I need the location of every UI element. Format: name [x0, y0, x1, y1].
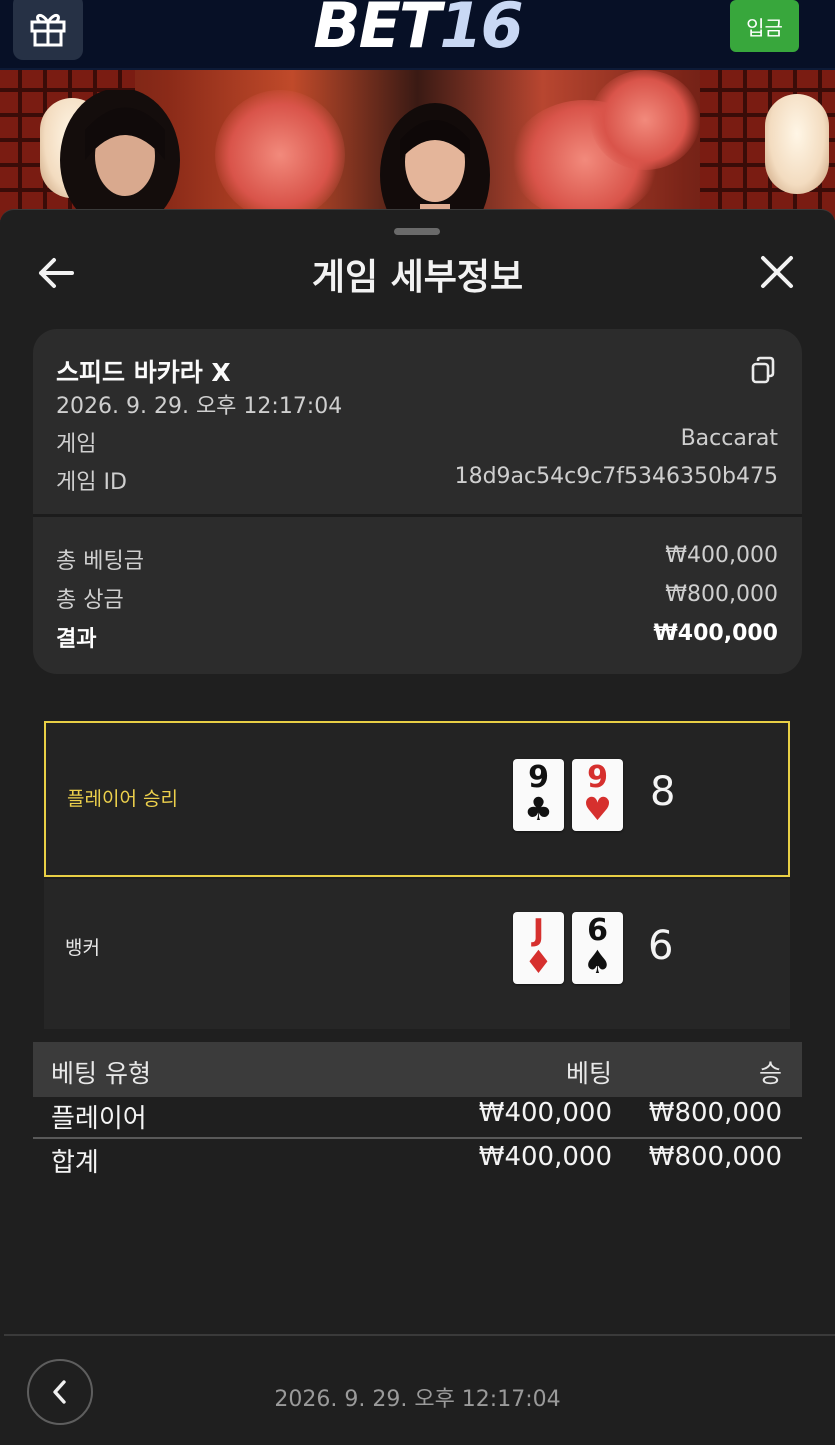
total-bet-value: ₩400,000 — [665, 543, 778, 568]
table-row-total: 합계 ₩400,000 ₩800,000 — [33, 1140, 802, 1182]
result-label: 결과 — [56, 627, 97, 652]
playing-card: 6 ♠ — [572, 912, 623, 984]
blossom-tree-right — [590, 70, 700, 170]
footer-datetime: 2026. 9. 29. 오후 12:17:04 — [274, 1387, 561, 1412]
win-amount-cell: ₩800,000 — [648, 1098, 782, 1128]
banker-hand: 뱅커 J ♦ 6 ♠ 6 — [44, 879, 790, 1029]
playing-card: 9 ♣ — [513, 759, 564, 831]
site-logo[interactable]: BET16 — [0, 0, 835, 60]
spade-icon: ♠ — [583, 943, 612, 981]
total-bet-cell: ₩400,000 — [478, 1142, 612, 1172]
lantern-right — [765, 94, 829, 194]
col-win: 승 — [758, 1059, 782, 1088]
game-id-value: 18d9ac54c9c7f5346350b475 — [454, 464, 778, 489]
bet-table-header: 베팅 유형 베팅 승 — [33, 1042, 802, 1097]
footer-divider — [4, 1334, 835, 1336]
banker-label: 뱅커 — [65, 937, 100, 959]
dealer-left — [60, 90, 180, 220]
live-video-feed[interactable] — [0, 70, 835, 220]
game-info-card: 스피드 바카라 X 2026. 9. 29. 오후 12:17:04 게임 Ba… — [33, 329, 802, 674]
bet-type-cell: 플레이어 — [51, 1104, 147, 1134]
player-hand: 플레이어 승리 9 ♣ 9 ♥ 8 — [44, 721, 790, 877]
total-win-value: ₩800,000 — [665, 582, 778, 607]
game-type-label: 게임 — [56, 432, 97, 457]
copy-icon[interactable] — [750, 355, 776, 385]
logo-text-number: 16 — [439, 0, 523, 62]
col-bet: 베팅 — [565, 1059, 612, 1088]
game-details-sheet: 게임 세부정보 스피드 바카라 X 2026. 9. 29. 오후 12:17:… — [0, 209, 835, 1445]
playing-card: 9 ♥ — [572, 759, 623, 831]
player-score: 8 — [650, 769, 676, 815]
heart-icon: ♥ — [583, 790, 612, 828]
logo-text-bet: BET — [313, 0, 441, 62]
card-divider — [33, 514, 802, 517]
club-icon: ♣ — [524, 790, 553, 828]
col-bet-type: 베팅 유형 — [51, 1059, 151, 1088]
result-value: ₩400,000 — [653, 621, 778, 646]
bet-amount-cell: ₩400,000 — [478, 1098, 612, 1128]
total-win-cell: ₩800,000 — [648, 1142, 782, 1172]
playing-card: J ♦ — [513, 912, 564, 984]
blossom-tree-left — [215, 90, 345, 220]
diamond-icon: ♦ — [524, 943, 553, 981]
player-result-label: 플레이어 승리 — [67, 788, 178, 810]
table-divider — [33, 1137, 802, 1139]
banker-score: 6 — [648, 923, 674, 969]
sheet-title: 게임 세부정보 — [311, 257, 524, 298]
dealer-center — [380, 103, 490, 220]
game-name: 스피드 바카라 X — [56, 358, 231, 387]
total-win-label: 총 상금 — [56, 588, 124, 613]
table-row: 플레이어 ₩400,000 ₩800,000 — [33, 1096, 802, 1138]
total-bet-label: 총 베팅금 — [56, 549, 144, 574]
game-id-label: 게임 ID — [56, 470, 127, 495]
deposit-button[interactable]: 입금 — [730, 0, 799, 52]
close-icon[interactable] — [760, 255, 794, 289]
top-bar: BET16 입금 — [0, 0, 835, 70]
total-label-cell: 합계 — [51, 1148, 99, 1178]
game-datetime: 2026. 9. 29. 오후 12:17:04 — [56, 394, 343, 419]
drag-handle[interactable] — [394, 228, 440, 235]
game-type-value: Baccarat — [680, 426, 778, 451]
